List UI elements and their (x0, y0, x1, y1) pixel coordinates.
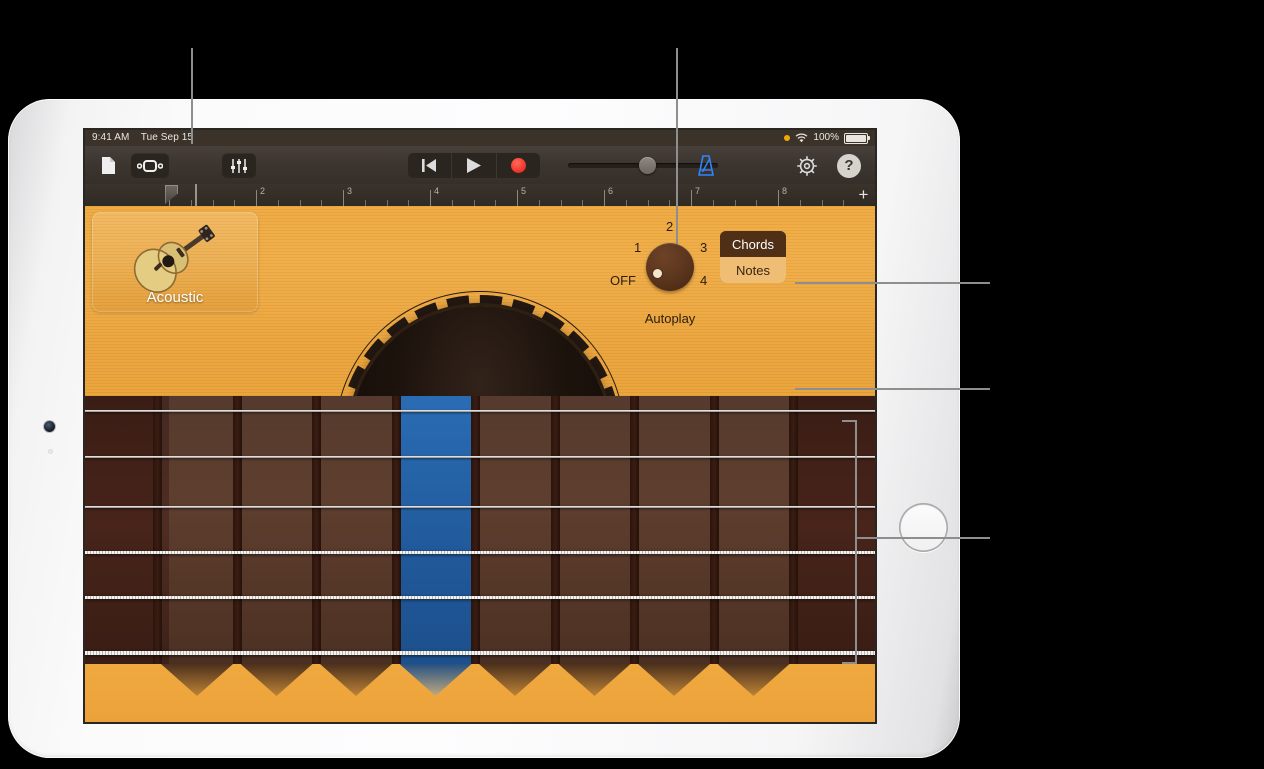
transport-controls (408, 153, 540, 178)
ruler-tick (343, 190, 344, 206)
ruler-tick (517, 190, 518, 206)
mixer-icon[interactable] (222, 153, 256, 178)
status-bar-right: 100% (784, 130, 870, 146)
status-bar-left: 9:41 AM Tue Sep 15 (92, 130, 193, 146)
document-icon[interactable] (93, 153, 123, 178)
ruler-bar-label: 2 (260, 186, 266, 196)
instrument-card-acoustic[interactable]: Acoustic (92, 212, 258, 312)
ruler-tick (256, 190, 257, 206)
rewind-button[interactable] (408, 153, 453, 178)
ruler-tick (778, 190, 779, 206)
autoplay-knob[interactable] (646, 243, 694, 291)
guitar-string-6[interactable] (85, 651, 875, 656)
toolbar: ? (85, 146, 875, 185)
guitar-string-3[interactable] (85, 506, 875, 509)
status-date: Tue Sep 15 (140, 132, 194, 143)
guitar-string-1[interactable] (85, 410, 875, 412)
autoplay-caption: Autoplay (644, 311, 696, 326)
play-button[interactable] (452, 153, 497, 178)
timeline-ruler[interactable]: 1 2 3 4 5 6 7 8 + (85, 184, 875, 207)
ruler-bar-label: 4 (434, 186, 440, 196)
guitar-string-4[interactable] (85, 551, 875, 554)
callout-bracket-fretboard (842, 420, 857, 664)
ipad-screen: 9:41 AM Tue Sep 15 100% ? 2 3 4 5 6 7 8 … (85, 130, 875, 722)
add-track-button[interactable]: + (856, 186, 871, 203)
autoplay-label-3: 3 (700, 240, 708, 255)
ruler-tick (691, 190, 692, 206)
autoplay-label-1: 1 (634, 240, 642, 255)
orange-dot-icon (784, 135, 791, 141)
acoustic-guitar-icon (133, 224, 215, 293)
mode-toggle: Chords Notes (720, 231, 786, 283)
front-camera-icon (44, 421, 55, 432)
callout-line-toolbar (191, 48, 193, 144)
ambient-sensor-icon (48, 449, 53, 454)
fretboard (85, 396, 875, 722)
help-button[interactable]: ? (833, 153, 865, 178)
autoplay-knob-indicator (653, 269, 662, 278)
instrument-name: Acoustic (146, 289, 204, 306)
callout-line-chord-strip (795, 388, 990, 390)
gear-icon[interactable] (791, 153, 823, 178)
record-button[interactable] (497, 153, 540, 178)
ruler-tick (430, 190, 431, 206)
guitar-string-5[interactable] (85, 596, 875, 600)
status-bar: 9:41 AM Tue Sep 15 100% (85, 130, 875, 146)
ruler-bar-label: 6 (608, 186, 614, 196)
status-time: 9:41 AM (92, 132, 130, 143)
ruler-bar-label: 8 (782, 186, 788, 196)
tab-chords[interactable]: Chords (720, 231, 786, 257)
tab-notes[interactable]: Notes (720, 257, 786, 283)
autoplay-control: OFF 1 2 3 4 Autoplay (610, 216, 730, 326)
ruler-bar-label: 3 (347, 186, 353, 196)
master-volume-knob[interactable] (639, 157, 656, 174)
ruler-bar-label: 5 (521, 186, 527, 196)
ruler-tick (604, 190, 605, 206)
callout-line-autoplay (676, 48, 678, 244)
help-label: ? (837, 153, 861, 178)
callout-line-mode-toggle (795, 282, 990, 284)
callout-line-fretboard (855, 537, 990, 539)
autoplay-label-4: 4 (700, 273, 708, 288)
guitar-string-2[interactable] (85, 456, 875, 458)
battery-percent: 100% (813, 132, 839, 143)
playhead-flag[interactable] (165, 185, 178, 204)
playhead[interactable] (195, 184, 197, 206)
record-icon (510, 158, 526, 173)
loop-browser-icon[interactable] (131, 153, 169, 178)
autoplay-label-2: 2 (666, 219, 674, 234)
autoplay-label-off: OFF (610, 273, 636, 288)
ruler-bar-label: 7 (695, 186, 701, 196)
home-button[interactable] (899, 503, 948, 552)
wifi-icon (796, 133, 808, 143)
metronome-icon[interactable] (690, 153, 722, 178)
battery-icon (844, 132, 870, 144)
